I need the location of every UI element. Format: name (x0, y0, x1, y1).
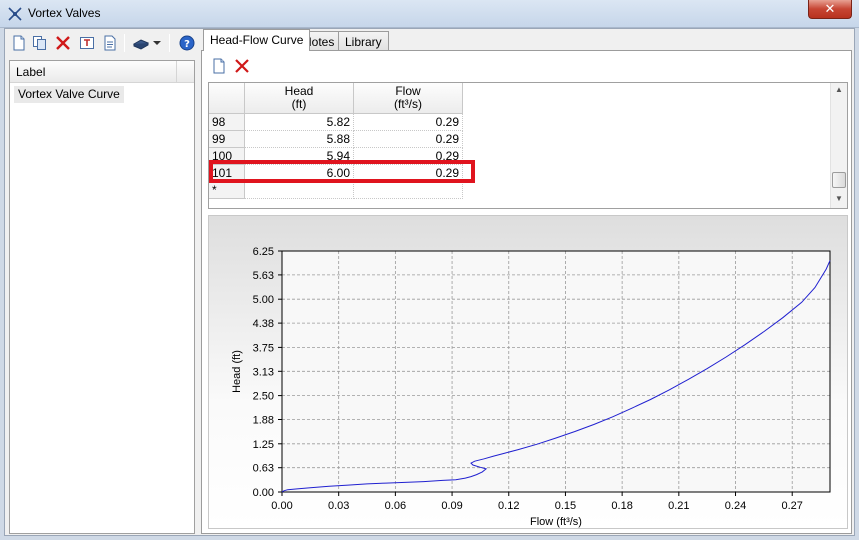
help-button[interactable]: ? (177, 33, 197, 53)
head-flow-curve-panel: Head (ft) Flow (ft³/s) 98 5.82 0.29 99 5… (201, 50, 852, 534)
row-header-corner (209, 83, 245, 114)
y-tick-label: 1.88 (253, 415, 274, 427)
rename-icon (80, 37, 94, 49)
head-cell-new[interactable] (245, 182, 354, 199)
vertical-scrollbar[interactable]: ▲ ▼ (830, 83, 847, 208)
new-row-button[interactable] (209, 56, 229, 76)
close-button[interactable]: ✕ (808, 0, 852, 19)
y-tick-label: 0.00 (253, 487, 274, 499)
new-button[interactable] (9, 33, 29, 53)
report-button[interactable] (100, 33, 120, 53)
row-index[interactable]: 98 (209, 114, 245, 131)
highlight-box (209, 160, 475, 183)
library-dropdown[interactable] (151, 33, 163, 53)
head-flow-chart: 0.00 0.03 0.06 0.09 0.12 0.15 0.18 0.21 0.24 0.27… (208, 215, 848, 529)
toolbar-separator (169, 34, 170, 52)
delete-button[interactable] (53, 33, 73, 53)
head-cell[interactable]: 5.82 (245, 114, 354, 131)
scroll-up-icon[interactable]: ▲ (835, 85, 843, 94)
delete-row-icon (235, 59, 249, 73)
chart-svg: 0.00 0.03 0.06 0.09 0.12 0.15 0.18 0.21 0.24 0.27… (231, 246, 831, 528)
head-cell[interactable]: 5.88 (245, 131, 354, 148)
library-button[interactable] (131, 33, 151, 53)
tab-label: Library (345, 35, 382, 49)
y-tick-label: 2.50 (253, 391, 274, 403)
report-icon (104, 35, 116, 51)
new-icon (13, 35, 25, 51)
tab-library[interactable]: Library (338, 31, 389, 51)
help-icon: ? (179, 35, 195, 51)
delete-icon (56, 36, 70, 50)
head-flow-table[interactable]: Head (ft) Flow (ft³/s) 98 5.82 0.29 99 5… (208, 82, 848, 209)
x-tick-label: 0.24 (725, 500, 746, 512)
y-tick-label: 4.38 (253, 318, 274, 330)
x-tick-label: 0.18 (611, 500, 632, 512)
label-list[interactable]: Label Vortex Valve Curve (9, 60, 195, 534)
rename-button[interactable] (77, 33, 97, 53)
dropdown-arrow-icon (153, 41, 161, 45)
list-item[interactable]: Vortex Valve Curve (14, 86, 124, 103)
x-axis-title: Flow (ft³/s) (530, 516, 582, 528)
x-tick-label: 0.00 (271, 500, 292, 512)
column-header-unit: (ft) (291, 97, 307, 111)
x-tick-label: 0.15 (555, 500, 576, 512)
label-column-header[interactable]: Label (10, 61, 194, 83)
label-header-text: Label (16, 65, 46, 79)
new-row-marker[interactable]: * (209, 182, 245, 199)
toolbar-separator (124, 34, 125, 52)
tab-head-flow-curve[interactable]: Head-Flow Curve (203, 29, 311, 51)
copy-icon (33, 36, 46, 50)
title-bar: Vortex Valves ✕ (0, 0, 859, 28)
x-tick-label: 0.06 (385, 500, 406, 512)
new-row-icon (213, 58, 225, 74)
scroll-down-icon[interactable]: ▼ (835, 194, 843, 203)
svg-text:?: ? (184, 39, 190, 50)
x-tick-label: 0.12 (498, 500, 519, 512)
library-icon (133, 39, 149, 50)
window-title: Vortex Valves (28, 6, 101, 20)
x-tick-label: 0.09 (441, 500, 462, 512)
x-tick-label: 0.21 (668, 500, 689, 512)
y-tick-label: 1.25 (253, 439, 274, 451)
x-tick-label: 0.03 (328, 500, 349, 512)
x-tick-label: 0.27 (781, 500, 802, 512)
column-header-unit: (ft³/s) (394, 97, 422, 111)
y-tick-label: 5.00 (253, 294, 274, 306)
y-axis-title: Head (ft) (231, 350, 243, 393)
row-index[interactable]: 99 (209, 131, 245, 148)
delete-row-button[interactable] (232, 56, 252, 76)
column-header-flow[interactable]: Flow (ft³/s) (354, 83, 463, 114)
scroll-thumb[interactable] (832, 172, 846, 188)
y-tick-label: 3.75 (253, 342, 274, 354)
y-tick-label: 3.13 (253, 366, 274, 378)
y-tick-label: 0.63 (253, 463, 274, 475)
flow-cell[interactable]: 0.29 (354, 114, 463, 131)
vortex-valve-icon (7, 6, 23, 22)
flow-cell-new[interactable] (354, 182, 463, 199)
column-header-head[interactable]: Head (ft) (245, 83, 354, 114)
window-client: ? Label Vortex Valve Curve Head-Flow Cur… (4, 28, 855, 536)
tab-label: Head-Flow Curve (210, 33, 304, 47)
y-tick-label: 6.25 (253, 246, 274, 258)
list-item-label: Vortex Valve Curve (18, 87, 120, 101)
column-divider (176, 61, 177, 83)
y-tick-label: 5.63 (253, 270, 274, 282)
flow-cell[interactable]: 0.29 (354, 131, 463, 148)
copy-button[interactable] (30, 33, 50, 53)
